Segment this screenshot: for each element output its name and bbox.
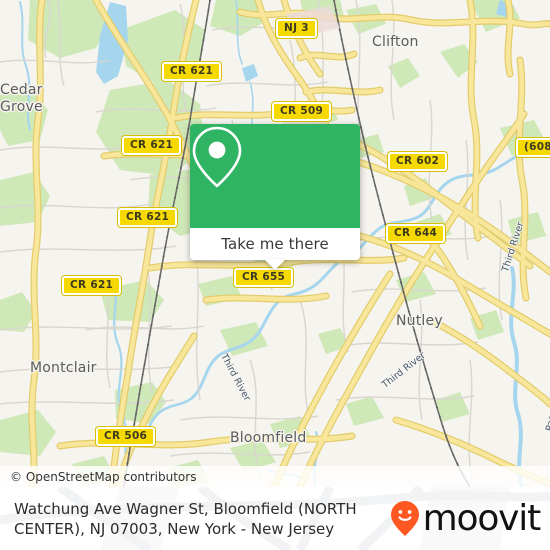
popup-action-bar[interactable]: Take me there <box>190 228 360 270</box>
shield-cr-621-top[interactable]: CR 621 <box>162 62 222 81</box>
osm-attribution-text[interactable]: © OpenStreetMap contributors <box>0 470 196 484</box>
popup-icon-panel <box>190 124 360 228</box>
moovit-wordmark: moovit <box>422 497 542 539</box>
osm-attribution-bar: © OpenStreetMap contributors <box>0 466 550 487</box>
shield-cr-506[interactable]: CR 506 <box>96 427 156 446</box>
shield-cr-621-left[interactable]: CR 621 <box>118 208 178 227</box>
moovit-smiley-pin-icon <box>390 500 419 536</box>
map-pin-icon <box>192 126 242 188</box>
shield-cr-621-west[interactable]: CR 621 <box>62 276 122 295</box>
take-me-there-popup[interactable]: Take me there <box>190 124 360 270</box>
moovit-logo[interactable]: moovit <box>390 497 542 539</box>
shield-cr-621-mid[interactable]: CR 621 <box>122 136 182 155</box>
shield-nj-3[interactable]: NJ 3 <box>276 19 317 38</box>
moovit-map-screenshot: Cedar Grove Clifton Nutley Montclair Blo… <box>0 0 550 550</box>
shield-cr-602[interactable]: CR 602 <box>388 152 448 171</box>
shield-608[interactable]: (608) <box>516 138 550 157</box>
location-title: Watchung Ave Wagner St, Bloomfield (NORT… <box>14 499 357 538</box>
footer-bar: Watchung Ave Wagner St, Bloomfield (NORT… <box>0 487 550 550</box>
take-me-there-label: Take me there <box>221 235 329 253</box>
popup-pointer-arrow <box>264 259 286 270</box>
shield-cr-655[interactable]: CR 655 <box>234 268 294 287</box>
map-canvas[interactable]: Cedar Grove Clifton Nutley Montclair Blo… <box>0 0 550 487</box>
shield-cr-644[interactable]: CR 644 <box>386 224 446 243</box>
shield-cr-509[interactable]: CR 509 <box>272 102 332 121</box>
